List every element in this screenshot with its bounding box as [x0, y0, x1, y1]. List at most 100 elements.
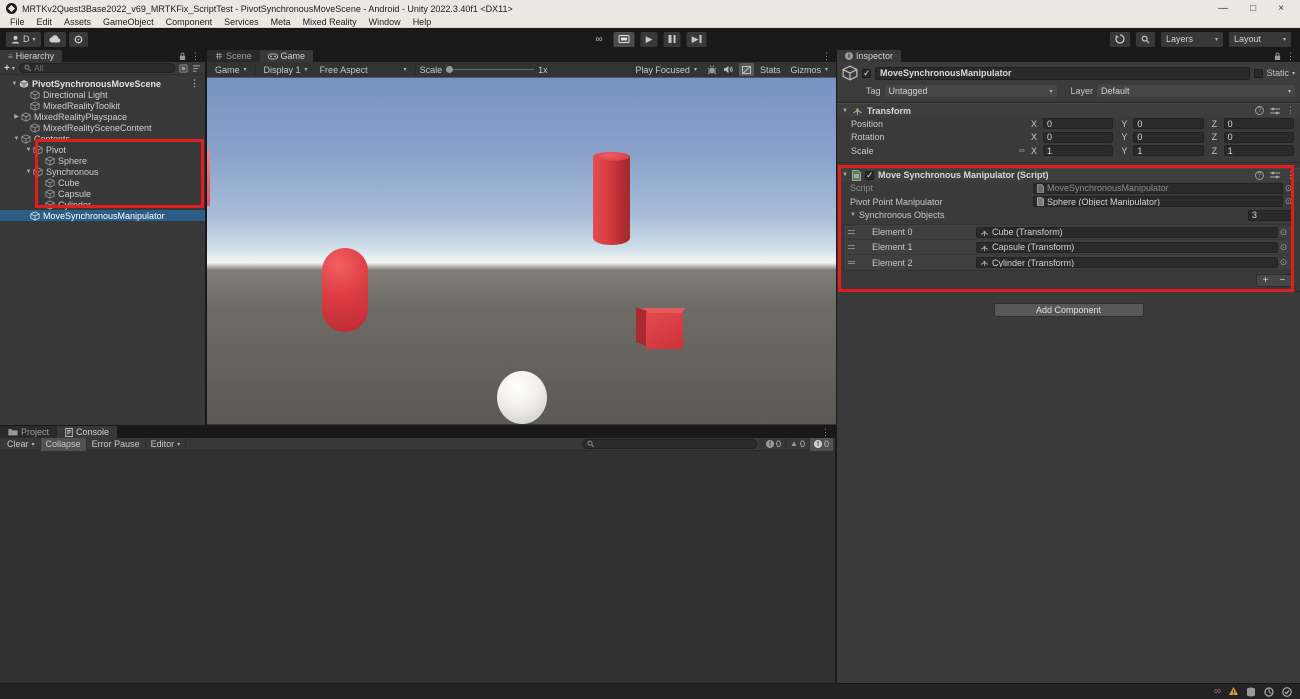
console-log-area[interactable] [0, 451, 835, 683]
play-focused-dropdown[interactable]: Play Focused ▾ [631, 63, 701, 76]
kebab-menu-icon[interactable]: ⋮ [822, 51, 831, 62]
hierarchy-item-scene[interactable]: ▼ PivotSynchronousMoveScene ⋮ [0, 78, 205, 89]
pause-button[interactable] [663, 31, 681, 47]
component-enabled-checkbox[interactable] [864, 170, 874, 181]
scale-x-input[interactable] [1047, 145, 1110, 156]
menu-file[interactable]: File [4, 17, 31, 27]
play-button[interactable]: ▶ [640, 31, 658, 47]
rotation-z-input[interactable] [1227, 132, 1290, 143]
element-row-2[interactable]: Element 2 Cylinder (Transform) ⊙ [844, 255, 1293, 270]
position-z-field[interactable] [1223, 118, 1294, 130]
menu-mixed-reality[interactable]: Mixed Reality [297, 17, 363, 27]
tab-game[interactable]: Game [259, 50, 314, 62]
tab-hierarchy[interactable]: ≡ Hierarchy [0, 50, 63, 62]
cloud-button[interactable] [43, 31, 66, 47]
gizmos-dropdown[interactable]: Gizmos ▾ [786, 63, 832, 76]
scale-y-input[interactable] [1137, 145, 1200, 156]
rotation-x-field[interactable] [1043, 131, 1114, 143]
help-icon[interactable]: ? [1255, 170, 1264, 180]
error-pause-toggle[interactable]: Error Pause [87, 437, 146, 451]
kebab-menu-icon[interactable]: ⋮ [1286, 170, 1295, 181]
presets-icon[interactable] [1270, 171, 1280, 179]
scale-z-field[interactable] [1223, 145, 1294, 157]
mute-audio-icon[interactable] [723, 65, 733, 74]
element-object-field[interactable]: Capsule (Transform) [976, 241, 1278, 253]
check-circle-icon[interactable] [1282, 686, 1292, 697]
rotation-y-field[interactable] [1133, 131, 1204, 143]
tab-inspector[interactable]: i Inspector [837, 50, 902, 62]
services-button[interactable] [68, 31, 88, 47]
gameobject-name-field[interactable] [875, 66, 1251, 80]
menu-gameobject[interactable]: GameObject [97, 17, 160, 27]
console-searchbox[interactable] [582, 439, 758, 449]
hierarchy-item[interactable]: ▶ MixedRealityPlayspace [0, 111, 205, 122]
clear-button[interactable]: Clear ▾ [2, 437, 41, 451]
position-y-field[interactable] [1133, 118, 1204, 130]
display-dropdown[interactable]: Display 1 ▾ [260, 63, 312, 76]
scale-z-input[interactable] [1227, 145, 1290, 156]
position-x-field[interactable] [1043, 118, 1114, 130]
element-object-field[interactable]: Cylinder (Transform) [976, 257, 1278, 268]
warning-count-badge[interactable]: ▲ 0 [785, 437, 809, 451]
slider-track[interactable] [446, 66, 535, 73]
scale-x-field[interactable] [1043, 145, 1114, 157]
menu-window[interactable]: Window [363, 17, 407, 27]
hierarchy-item[interactable]: ▼ Synchronous [0, 166, 205, 177]
element-row-1[interactable]: Element 1 Capsule (Transform) ⊙ [844, 240, 1293, 255]
tag-dropdown[interactable]: Untagged ▾ [884, 85, 1057, 97]
lock-icon[interactable] [179, 52, 186, 61]
chevron-right-icon[interactable]: ▶ [12, 113, 21, 120]
add-gameobject-button[interactable]: + ▾ [4, 63, 15, 74]
add-element-button[interactable]: + [1257, 275, 1274, 286]
layer-dropdown[interactable]: Default ▾ [1097, 85, 1295, 97]
tab-scene[interactable]: Scene [207, 50, 260, 62]
array-size-field[interactable] [1248, 209, 1294, 221]
kebab-menu-icon[interactable]: ⋮ [191, 51, 200, 62]
link-scale-icon[interactable]: ∞ [1019, 146, 1031, 155]
static-checkbox[interactable] [1254, 68, 1264, 78]
menu-meta[interactable]: Meta [265, 17, 297, 27]
pivot-object-field[interactable]: Sphere (Object Manipulator) [1033, 196, 1283, 208]
maximize-button[interactable]: □ [1250, 3, 1256, 14]
hierarchy-item[interactable]: Cube [0, 177, 205, 188]
transform-header[interactable]: ▼ Transform ? ⋮ [837, 103, 1300, 117]
rotation-x-input[interactable] [1047, 132, 1110, 143]
foldout-icon[interactable]: ▼ [850, 212, 859, 218]
array-size-input[interactable] [1252, 210, 1290, 221]
drag-handle-icon[interactable] [848, 230, 858, 234]
aspect-dropdown[interactable]: Free Aspect ▾ [316, 63, 411, 76]
object-picker-icon[interactable]: ⊙ [1283, 183, 1294, 194]
name-input[interactable] [880, 68, 1246, 78]
error-count-badge[interactable]: ! 0 [808, 437, 833, 451]
close-button[interactable]: × [1278, 3, 1284, 14]
layers-dropdown[interactable]: Layers ▾ [1161, 31, 1223, 47]
rotation-z-field[interactable] [1223, 131, 1294, 143]
drag-handle-icon[interactable] [848, 260, 858, 265]
drag-handle-icon[interactable] [848, 245, 858, 249]
hierarchy-item[interactable]: MixedRealitySceneContent [0, 122, 205, 133]
scene-picker-icon[interactable] [179, 63, 188, 73]
hierarchy-item[interactable]: Directional Light [0, 89, 205, 100]
game-render-view[interactable] [207, 78, 836, 424]
menu-component[interactable]: Component [160, 17, 219, 27]
minimize-button[interactable]: — [1218, 3, 1228, 14]
position-x-input[interactable] [1047, 118, 1110, 129]
presets-icon[interactable] [1270, 107, 1280, 115]
element-object-field[interactable]: Cube (Transform) [976, 226, 1278, 238]
meta-link-button[interactable]: ∞ [591, 32, 608, 47]
hierarchy-searchbox[interactable] [18, 63, 175, 73]
chevron-down-icon[interactable]: ▼ [24, 147, 33, 153]
progress-icon[interactable] [1264, 686, 1274, 697]
chevron-down-icon[interactable]: ▼ [12, 136, 21, 142]
add-component-button[interactable]: Add Component [993, 303, 1144, 317]
scale-y-field[interactable] [1133, 145, 1204, 157]
device-simulator-button[interactable] [613, 31, 635, 47]
kebab-menu-icon[interactable]: ⋮ [190, 78, 205, 89]
bug-icon[interactable] [707, 64, 717, 75]
lock-icon[interactable] [1274, 52, 1281, 61]
foldout-icon[interactable]: ▼ [842, 172, 848, 178]
position-y-input[interactable] [1137, 118, 1200, 129]
remove-element-button[interactable]: − [1274, 275, 1291, 286]
kebab-menu-icon[interactable]: ⋮ [821, 427, 830, 438]
object-picker-icon[interactable]: ⊙ [1278, 257, 1289, 268]
